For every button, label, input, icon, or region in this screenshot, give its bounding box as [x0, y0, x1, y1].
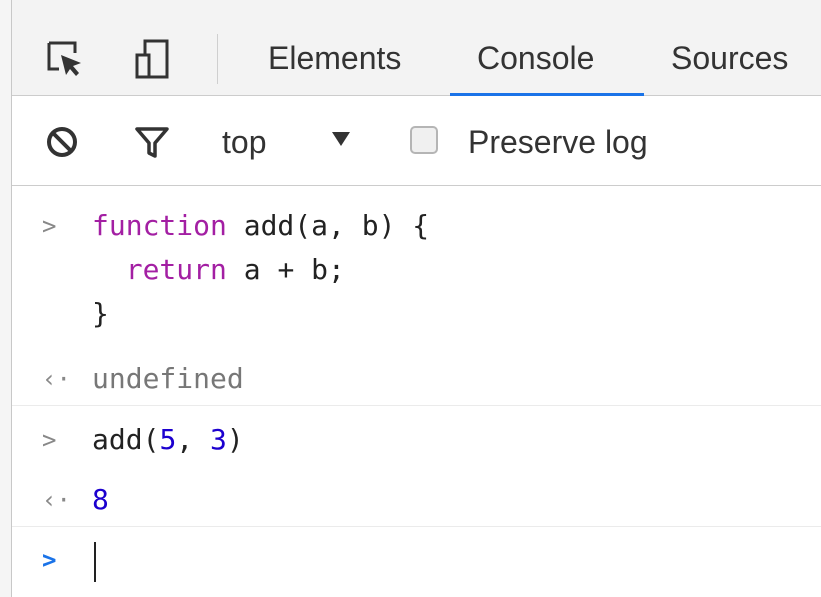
result-value: undefined	[92, 362, 244, 395]
entry-divider	[12, 405, 821, 406]
devtools-tab-bar: Elements Console Sources	[12, 10, 821, 96]
tab-console[interactable]: Console	[477, 38, 594, 78]
devtools-window: Elements Console Sources top Preserve lo…	[0, 0, 821, 597]
device-toolbar-icon[interactable]	[128, 34, 178, 84]
keyword: return	[125, 253, 227, 286]
input-prompt-icon: >	[42, 426, 57, 454]
console-output[interactable]: > function add(a, b) { return a + b; } ‹…	[12, 186, 821, 597]
preserve-log-checkbox[interactable]	[410, 126, 438, 154]
code-line: return a + b;	[92, 250, 345, 290]
console-input-entry: > add(5, 3)	[12, 420, 821, 460]
code-text: ,	[176, 423, 211, 456]
filter-icon[interactable]	[132, 122, 172, 162]
keyword: function	[92, 209, 227, 242]
output-arrow-icon: ‹·	[42, 365, 71, 393]
output-arrow-icon: ‹·	[42, 486, 71, 514]
text-caret	[94, 542, 96, 582]
number-literal: 5	[159, 423, 177, 456]
code-line: add(5, 3)	[92, 420, 244, 460]
tab-elements[interactable]: Elements	[268, 38, 401, 78]
chevron-right-icon: >	[42, 546, 57, 574]
window-left-edge	[0, 0, 12, 597]
console-result-entry: ‹· undefined	[12, 359, 821, 399]
entry-divider	[12, 526, 821, 527]
preserve-log-label[interactable]: Preserve log	[468, 122, 648, 162]
tab-separator	[217, 34, 218, 84]
clear-console-icon[interactable]	[42, 122, 82, 162]
inspect-element-icon[interactable]	[40, 34, 90, 84]
console-toolbar: top Preserve log	[12, 96, 821, 186]
context-selector[interactable]: top	[222, 122, 266, 162]
window-top-edge	[0, 0, 821, 10]
tab-sources[interactable]: Sources	[671, 38, 788, 78]
console-result-entry: ‹· 8	[12, 480, 821, 520]
number-literal: 3	[210, 423, 227, 456]
input-prompt-icon: >	[42, 212, 57, 240]
console-prompt-line[interactable]: >	[12, 540, 821, 584]
console-input-entry: > function add(a, b) { return a + b; }	[12, 206, 821, 346]
context-dropdown-arrow-icon[interactable]	[332, 132, 350, 146]
code-text: add(	[92, 423, 160, 456]
code-line: }	[92, 297, 109, 330]
code-line: function add(a, b) {	[92, 206, 429, 246]
code-text: add(a, b) {	[226, 209, 430, 242]
result-value: 8	[92, 483, 109, 516]
code-text: a + b;	[226, 253, 345, 286]
code-text: )	[226, 423, 244, 456]
